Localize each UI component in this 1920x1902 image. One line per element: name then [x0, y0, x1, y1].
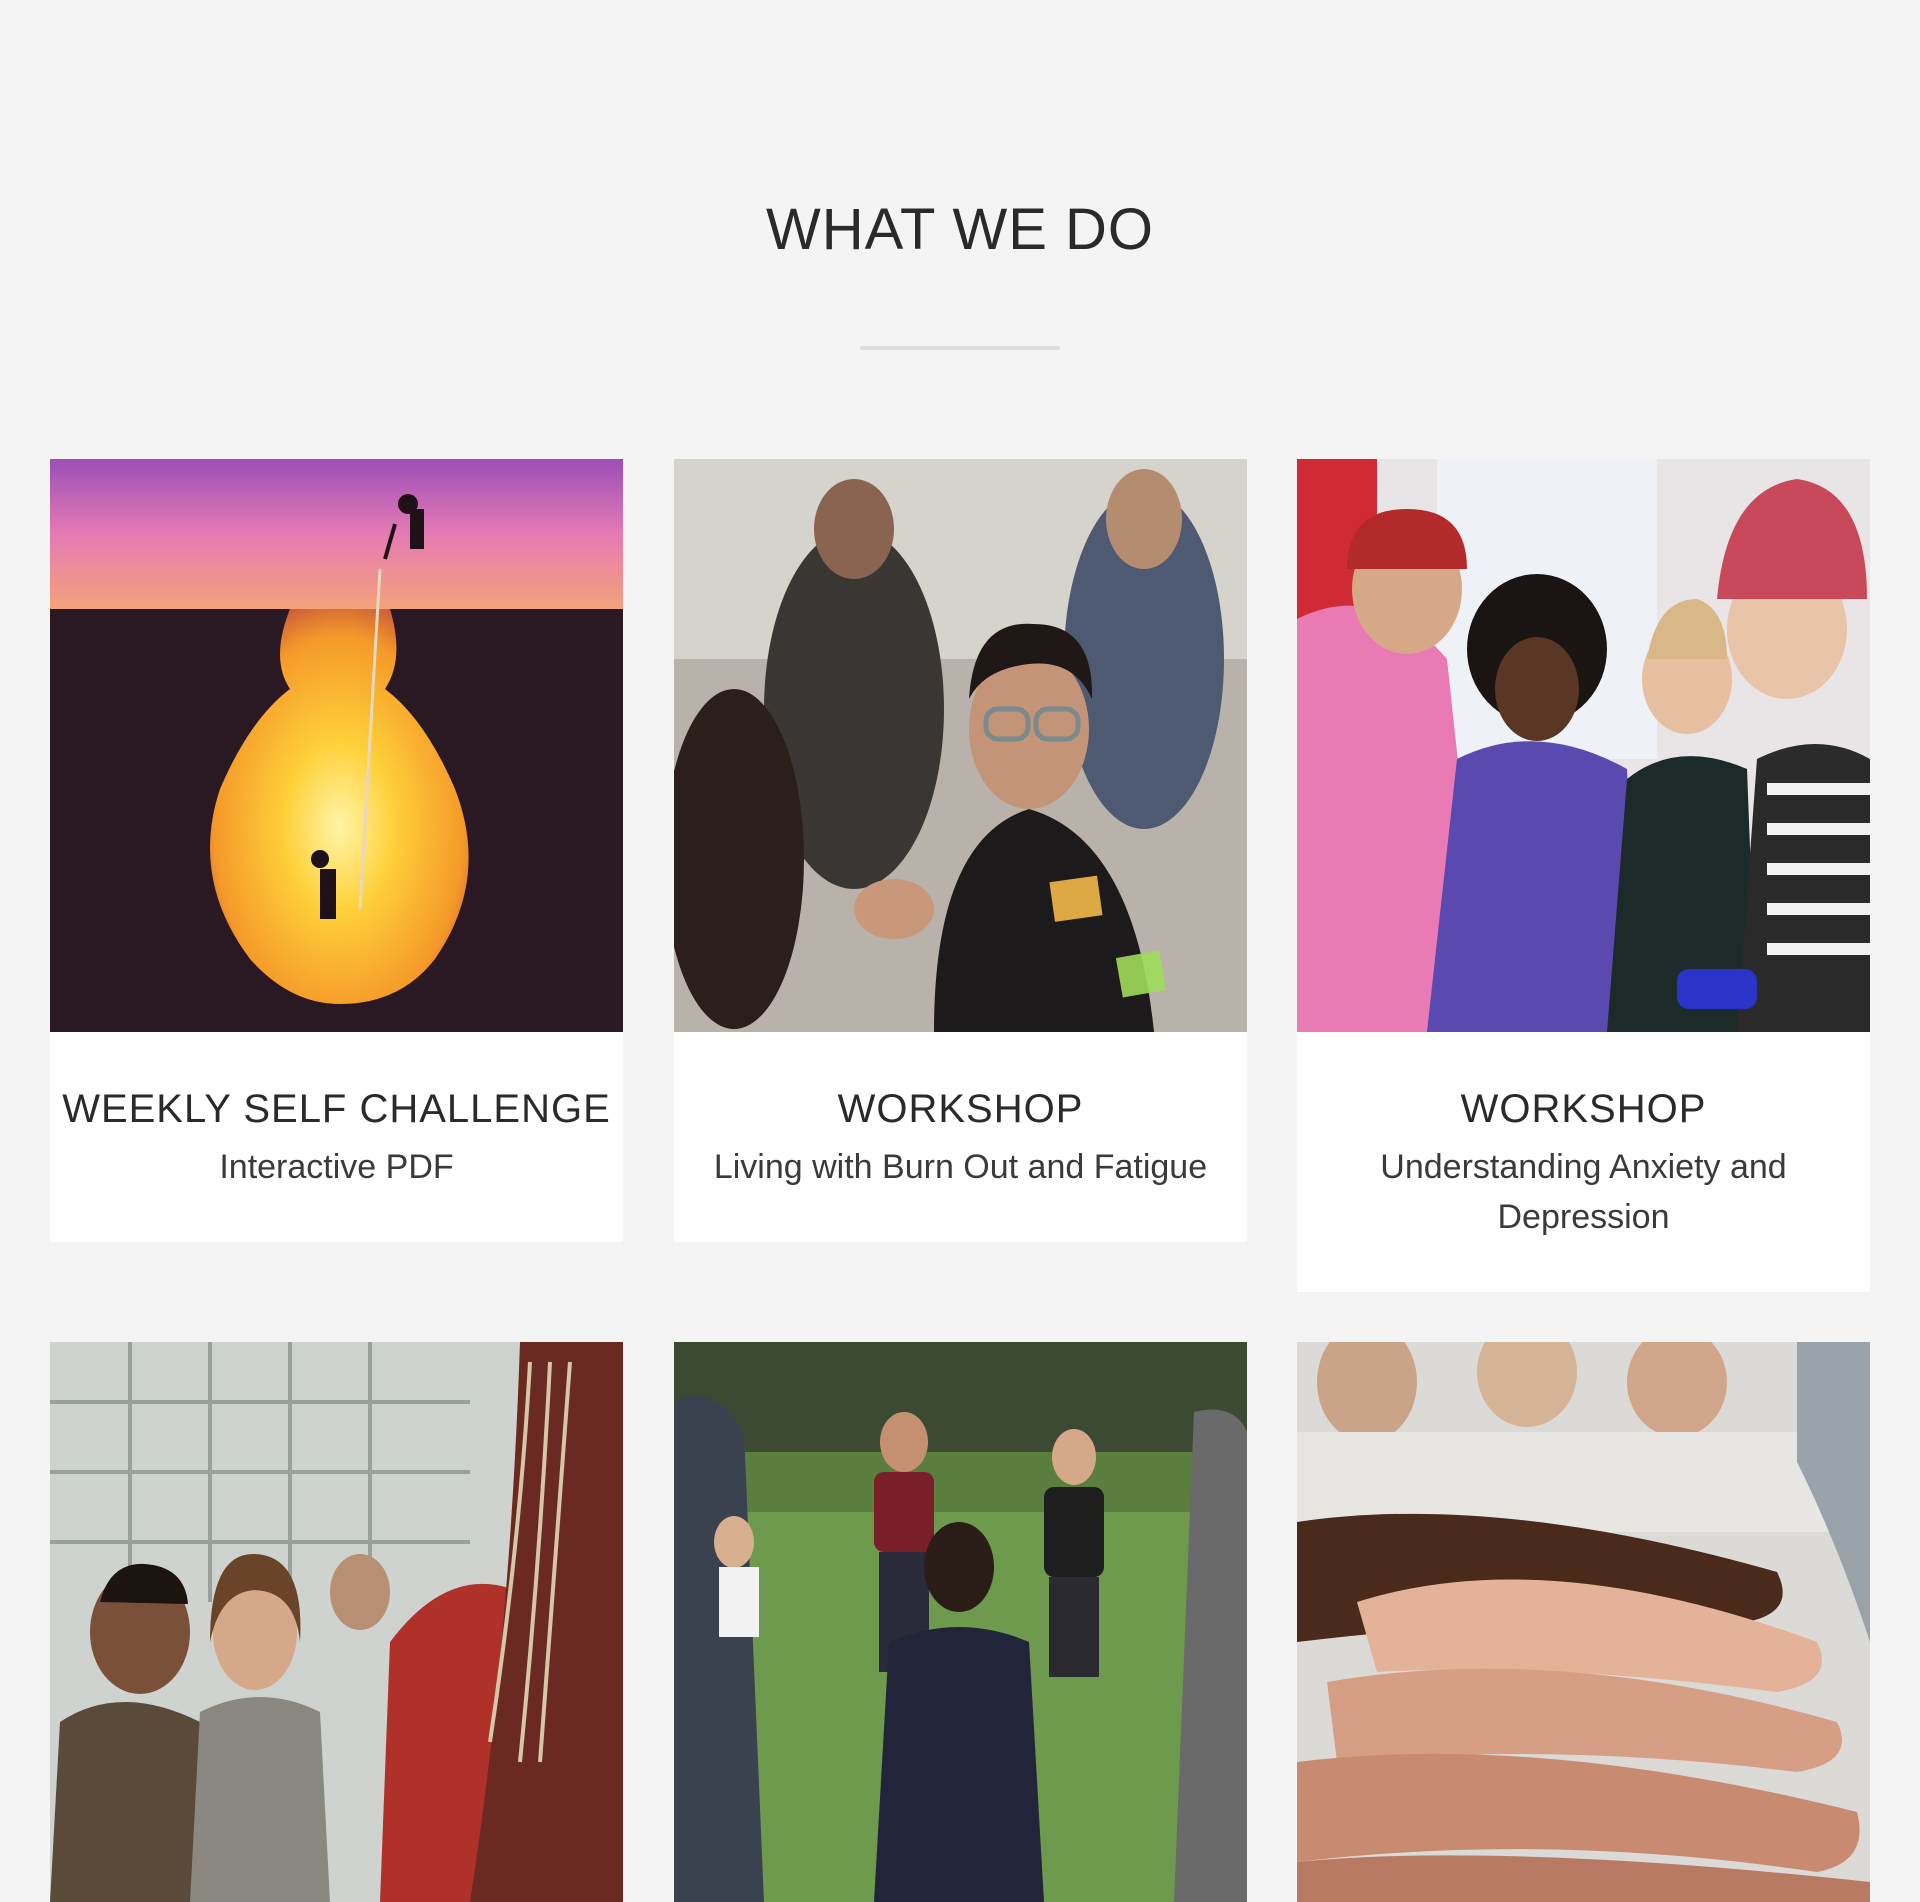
audience-laughing-photo — [50, 1342, 623, 1902]
service-card-weekly-challenge[interactable]: WEEKLY SELF CHALLENGE Interactive PDF — [50, 459, 623, 1242]
stacked-hands-teamwork-photo — [1297, 1342, 1870, 1902]
card-caption: WEEKLY SELF CHALLENGE Interactive PDF — [50, 1032, 623, 1242]
card-subtitle: Living with Burn Out and Fatigue — [713, 1148, 1208, 1186]
group-drawing-together-photo — [1297, 459, 1870, 1032]
card-caption: WORKSHOP Understanding Anxiety and Depre… — [1297, 1032, 1870, 1292]
card-caption: WORKSHOP Living with Burn Out and Fatigu… — [674, 1032, 1247, 1242]
card-heading: WORKSHOP — [837, 1087, 1084, 1131]
service-card-anxiety-workshop[interactable]: WORKSHOP Understanding Anxiety and Depre… — [1297, 459, 1870, 1292]
woman-writing-on-glass-photo — [674, 459, 1247, 1032]
section-title: WHAT WE DO — [765, 197, 1155, 262]
service-card-teamwork-hands[interactable] — [1297, 1342, 1870, 1902]
lightbulb-cliff-photo — [50, 459, 623, 1032]
card-subtitle: Interactive PDF — [219, 1148, 454, 1186]
service-card-burnout-workshop[interactable]: WORKSHOP Living with Burn Out and Fatigu… — [674, 459, 1247, 1242]
service-card-circle-outdoor[interactable] — [674, 1342, 1247, 1902]
card-heading: WEEKLY SELF CHALLENGE — [62, 1087, 611, 1131]
title-divider — [860, 346, 1060, 350]
card-heading: WORKSHOP — [1460, 1087, 1707, 1131]
people-holding-hands-circle-photo — [674, 1342, 1247, 1902]
service-card-group-audience[interactable] — [50, 1342, 623, 1902]
card-subtitle: Understanding Anxiety and Depression — [1380, 1148, 1787, 1236]
